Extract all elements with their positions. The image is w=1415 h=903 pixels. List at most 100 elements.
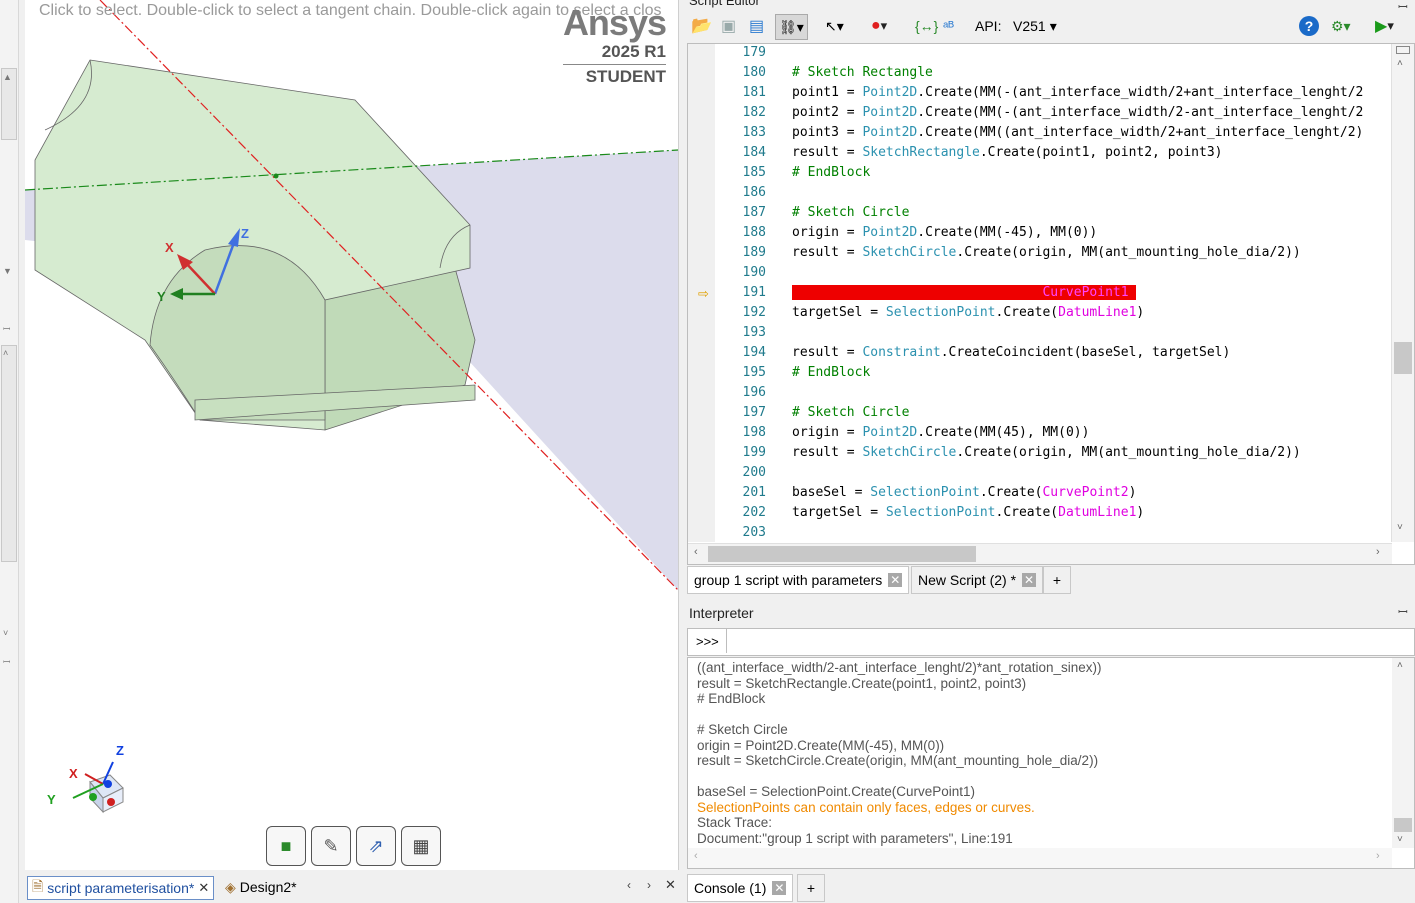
scroll-down-icon[interactable]: ˅ [1397, 522, 1403, 533]
tab-scroll-left-icon[interactable]: ‹ [627, 878, 631, 892]
code-token: Point2D [862, 125, 918, 140]
pin-icon-2[interactable]: ꟷ [3, 655, 10, 668]
scroll-thumb[interactable] [1394, 818, 1412, 832]
line-number: 200 [742, 465, 766, 480]
scroll-up-icon[interactable]: ▲ [3, 72, 12, 82]
scroll-up-icon[interactable]: ˄ [1397, 660, 1403, 671]
code-token: ) [1136, 505, 1145, 520]
open-folder-icon[interactable]: 📂 [691, 14, 712, 38]
code-line[interactable]: # Sketch Circle [792, 405, 909, 420]
h-scroll-thumb[interactable] [708, 546, 976, 562]
code-token: result = [792, 445, 863, 460]
code-token: DatumLine1 [1058, 305, 1137, 320]
scroll-thumb-top[interactable] [1396, 46, 1410, 54]
execution-arrow-icon: ⇨ [698, 286, 709, 301]
save-as-icon[interactable]: ▤ [749, 14, 764, 38]
code-line[interactable]: targetSel = SelectionPoint.Create(DatumL… [792, 305, 1144, 320]
graphics-viewport[interactable]: X Z Y Click to select. Double-click to s… [25, 0, 679, 870]
code-line[interactable]: # EndBlock [792, 165, 870, 180]
scroll-down-icon[interactable]: ˅ [1397, 834, 1403, 845]
code-token: .Create(MM((ant_interface_width/2+ant_in… [917, 125, 1364, 140]
scroll-down-icon[interactable]: ▼ [3, 266, 12, 276]
code-line[interactable]: # EndBlock [792, 365, 870, 380]
interpreter-output[interactable]: ((ant_interface_width/2-ant_interface_le… [687, 657, 1415, 869]
output-line: origin = Point2D.Create(MM(-45), MM(0)) [697, 737, 945, 753]
scroll-thumb[interactable] [1394, 342, 1412, 374]
close-all-icon[interactable]: ✕ [665, 877, 676, 893]
code-line[interactable]: result = SketchCircle.Create(origin, MM(… [792, 445, 1301, 460]
sketch-edit-icon[interactable]: ✎ [311, 826, 351, 866]
code-line[interactable]: result = SketchRectangle.Create(point1, … [792, 145, 1223, 160]
output-vertical-scrollbar[interactable]: ˄ ˅ [1392, 658, 1414, 848]
code-token: ) [1128, 485, 1137, 500]
script-editor-title: Script Editor [689, 0, 760, 8]
code-line[interactable]: targetSel = SelectionPoint.Create(DatumL… [792, 505, 1144, 520]
link-dropdown-icon[interactable]: ⛓▾ [775, 14, 808, 40]
code-line[interactable]: result = SketchCircle.Create(origin, MM(… [792, 245, 1301, 260]
console-tab[interactable]: Console (1) ✕ [687, 874, 794, 902]
code-token: .Create( [995, 305, 1059, 320]
code-line[interactable]: origin = Point2D.Create(MM(-45), MM(0)) [792, 225, 1097, 240]
line-number: 198 [742, 425, 766, 440]
code-line-highlighted[interactable]: baseSel = SelectionPoint.Create(CurvePoi… [792, 285, 1137, 300]
script-tab-group1[interactable]: group 1 script with parameters ✕ [687, 566, 910, 594]
code-lines[interactable]: 179 180 # Sketch Rectangle 181 point1 = Poin… [716, 44, 1390, 542]
close-icon[interactable]: ✕ [198, 880, 209, 896]
scroll-down-icon-2[interactable]: ˅ [3, 628, 8, 638]
pin-icon[interactable]: ꟷ [3, 322, 10, 335]
code-line[interactable]: point1 = Point2D.Create(MM(-(ant_interfa… [792, 85, 1363, 100]
code-line[interactable]: baseSel = SelectionPoint.Create(CurvePoi… [792, 485, 1136, 500]
code-line[interactable]: # Sketch Circle [792, 205, 909, 220]
debug-icon[interactable]: ⚙▾ [1331, 14, 1351, 38]
line-number: 185 [742, 165, 766, 180]
interpreter-input[interactable] [726, 629, 1414, 653]
code-line[interactable]: point3 = Point2D.Create(MM((ant_interfac… [792, 125, 1363, 140]
box-view-icon[interactable]: ■ [266, 826, 306, 866]
close-icon[interactable]: ✕ [1022, 573, 1037, 587]
left-scrollbar-bottom[interactable] [1, 345, 17, 562]
add-tab-button[interactable]: + [1043, 566, 1071, 594]
code-line[interactable]: origin = Point2D.Create(MM(45), MM(0)) [792, 425, 1089, 440]
code-token: point3 = [792, 125, 863, 140]
code-editor[interactable]: ⇨ 179 180 # Sketch Rectangle 181 point1 = Po… [687, 43, 1415, 565]
code-line[interactable]: point2 = Point2D.Create(MM(-(ant_interfa… [792, 105, 1363, 120]
mini-triad-z: Z [116, 743, 124, 758]
convert-icon[interactable]: ᵃᴮ [943, 14, 954, 38]
scroll-left-icon[interactable]: ‹ [694, 546, 698, 558]
line-number: 193 [742, 325, 766, 340]
scroll-right-icon[interactable]: › [1376, 850, 1380, 862]
tab-scroll-right-icon[interactable]: › [647, 878, 651, 892]
document-tabs: 🗎 script parameterisation* ✕ ◈ Design2* … [25, 872, 678, 903]
mini-triad-x: X [69, 766, 78, 781]
editor-vertical-scrollbar[interactable]: ˄ ˅ [1391, 44, 1414, 542]
editor-horizontal-scrollbar[interactable]: ‹ › [688, 543, 1392, 564]
pin-icon-interpreter[interactable]: ꟷ [1398, 603, 1408, 620]
code-token: .Create(origin, MM(ant_mounting_hole_dia… [956, 245, 1301, 260]
select-tool-icon[interactable]: ⇗ [356, 826, 396, 866]
scroll-right-icon[interactable]: › [1376, 546, 1380, 558]
step-icon[interactable]: {↔} [915, 14, 938, 38]
display-icon[interactable]: ▦ [401, 826, 441, 866]
record-icon[interactable]: ● ▾ [871, 14, 887, 38]
logo-edition: STUDENT [585, 67, 666, 86]
script-tab-new-script[interactable]: New Script (2) * ✕ [911, 566, 1044, 594]
save-icon[interactable]: ▣ [721, 14, 736, 38]
scroll-left-icon[interactable]: ‹ [694, 850, 698, 862]
close-icon[interactable]: ✕ [888, 573, 903, 587]
scroll-up-icon[interactable]: ˄ [1397, 58, 1403, 69]
run-icon[interactable]: ▶ ▾ [1375, 14, 1394, 38]
output-horizontal-scrollbar[interactable]: ‹ › [688, 848, 1392, 868]
scroll-up-icon-2[interactable]: ˄ [3, 348, 8, 358]
code-token: point2 = [792, 105, 863, 120]
help-icon[interactable]: ? [1299, 16, 1319, 36]
api-version-select[interactable]: V251 ▾ [1013, 14, 1057, 38]
line-number: 179 [742, 45, 766, 60]
select-pointer-icon[interactable]: ↖▾ [825, 14, 844, 38]
add-console-tab-button[interactable]: + [797, 874, 825, 902]
code-token: SelectionPoint [885, 305, 996, 320]
close-icon[interactable]: ✕ [772, 881, 787, 895]
code-line[interactable]: result = Constraint.CreateCoincident(bas… [792, 345, 1230, 360]
doc-tab-script-parameterisation[interactable]: 🗎 script parameterisation* ✕ [27, 876, 215, 900]
code-line[interactable]: # Sketch Rectangle [792, 65, 933, 80]
doc-tab-design2[interactable]: ◈ Design2* [221, 876, 301, 898]
